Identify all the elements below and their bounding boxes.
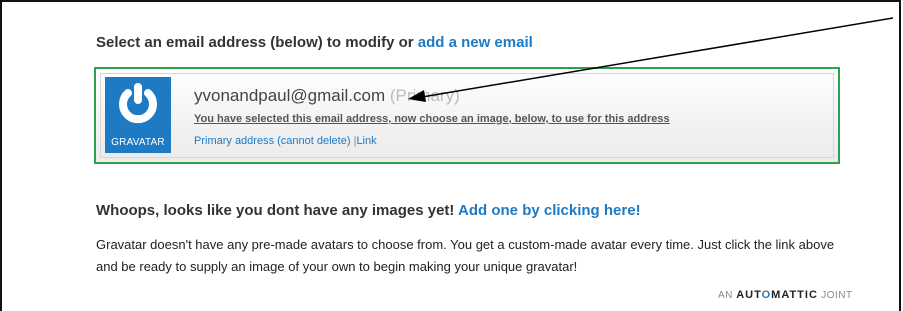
select-email-heading: Select an email address (below) to modif…	[96, 34, 533, 51]
add-image-link[interactable]: Add one by clicking here!	[458, 202, 641, 219]
email-actions: Primary address (cannot delete) |Link	[194, 135, 377, 147]
select-email-heading-text: Select an email address (below) to modif…	[96, 34, 418, 51]
selected-email-box[interactable]: GRAVATAR yvonandpaul@gmail.com (Primary)…	[94, 67, 840, 164]
link-action[interactable]: Link	[356, 135, 376, 147]
footer-brand-b: MATTIC	[771, 289, 818, 301]
selected-email-note: You have selected this email address, no…	[194, 113, 670, 125]
email-address: yvonandpaul@gmail.com	[194, 86, 386, 105]
gravatar-logo-label: GRAVATAR	[111, 137, 165, 148]
footer-brand-o: O	[761, 289, 772, 301]
footer-brand: AUTOMATTIC	[736, 289, 818, 301]
footer-brand-a: AUT	[736, 289, 762, 301]
email-address-line: yvonandpaul@gmail.com (Primary)	[194, 86, 460, 106]
footer-prefix: AN	[718, 290, 733, 301]
gravatar-logo: GRAVATAR	[105, 77, 171, 153]
no-images-heading-text: Whoops, looks like you dont have any ima…	[96, 202, 459, 219]
primary-address-link[interactable]: Primary address (cannot delete)	[194, 135, 351, 147]
footer-suffix: JOINT	[821, 290, 853, 301]
automattic-footer: AN AUTOMATTIC JOINT	[718, 289, 853, 301]
gravatar-logo-icon	[119, 83, 157, 124]
no-images-description: Gravatar doesn't have any pre-made avata…	[96, 237, 835, 274]
primary-tag: (Primary)	[389, 86, 460, 105]
no-images-heading: Whoops, looks like you dont have any ima…	[96, 202, 641, 219]
add-new-email-link[interactable]: add a new email	[418, 34, 533, 51]
